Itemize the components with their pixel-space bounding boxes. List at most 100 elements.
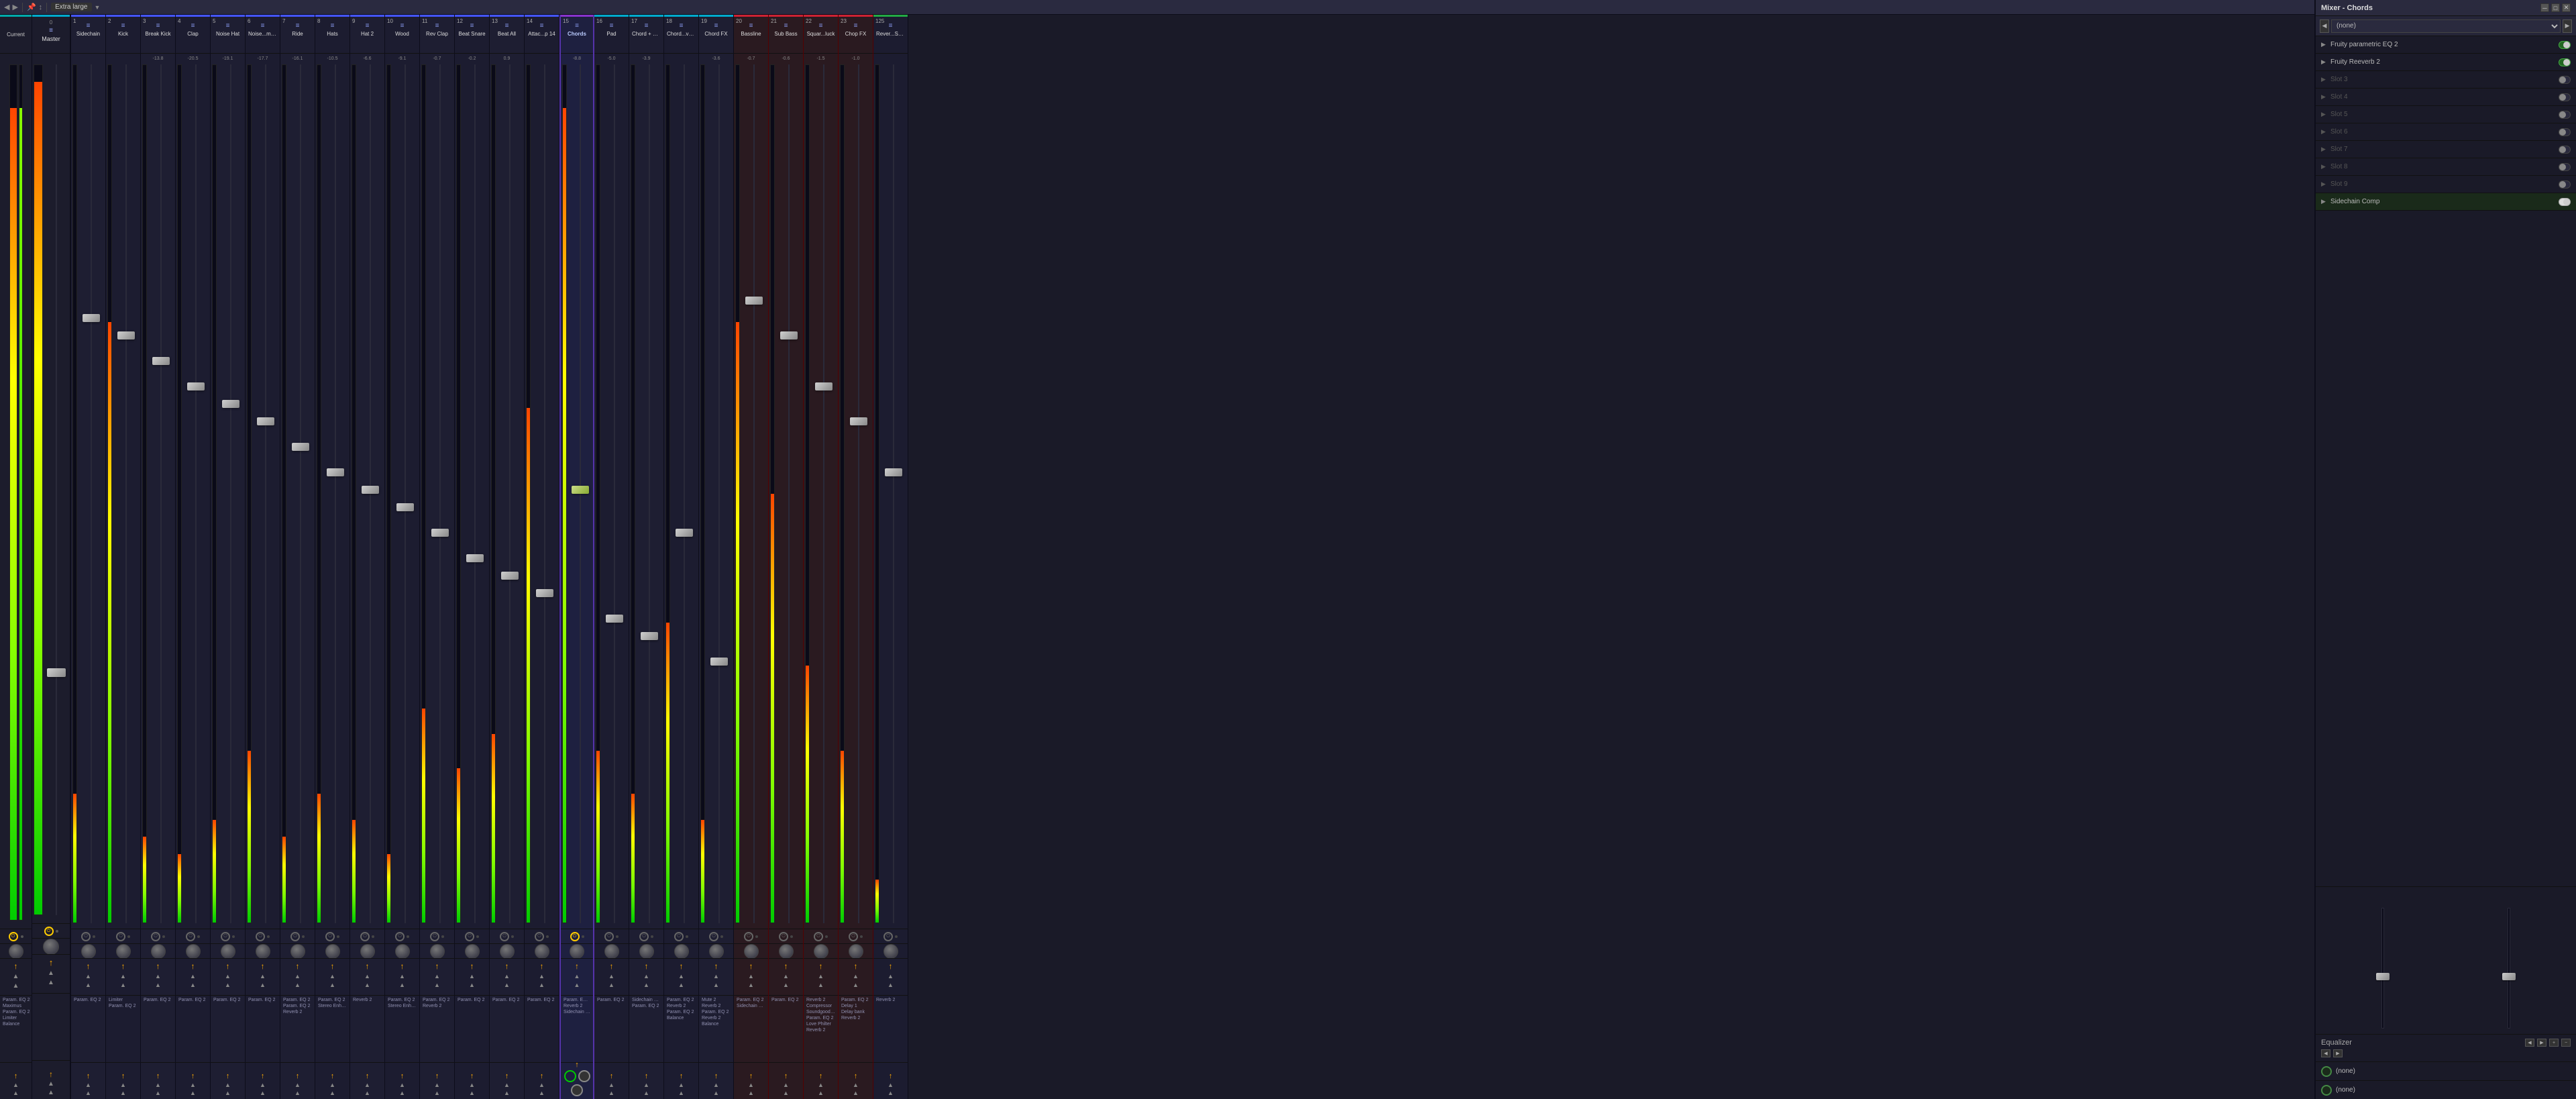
ch4-tri1[interactable]: ▲: [190, 973, 196, 980]
ch22-pan[interactable]: [814, 944, 828, 959]
channel-current-tri1[interactable]: ▲: [13, 973, 19, 980]
plugin-reverb2-toggle[interactable]: [2559, 58, 2571, 66]
ch5-tri2[interactable]: ▲: [225, 982, 231, 988]
plugin-sidechain[interactable]: ▶ Sidechain Comp: [2316, 193, 2576, 211]
ch5-route-up[interactable]: ↑: [226, 1072, 230, 1080]
ch9-tri1[interactable]: ▲: [364, 973, 370, 980]
ch19-header[interactable]: 19 ≡ Chord FX: [699, 17, 733, 54]
ch20-route-tri1[interactable]: ▲: [748, 1082, 754, 1088]
ch22-send-up[interactable]: ↑: [819, 961, 823, 971]
ch16-route-tri1[interactable]: ▲: [608, 1082, 614, 1088]
ch1-header[interactable]: 1 ≡ Sidechain: [71, 17, 105, 54]
plugin-reverb2[interactable]: ▶ Fruity Reeverb 2: [2316, 54, 2576, 71]
fx-current-4[interactable]: Limiter: [1, 1015, 30, 1021]
ch1-pan[interactable]: [81, 944, 96, 959]
ch4-fader[interactable]: [187, 382, 205, 390]
fx-125-0[interactable]: Reverb 2: [875, 997, 906, 1003]
ch18-send-up[interactable]: ↑: [680, 961, 684, 971]
ch21-power[interactable]: ⏻: [779, 932, 788, 941]
fx-19-2[interactable]: Param. EQ 2: [700, 1009, 732, 1015]
ch125-route-up[interactable]: ↑: [889, 1072, 893, 1080]
ch21-send-up[interactable]: ↑: [784, 961, 788, 971]
ch22-route-tri2[interactable]: ▲: [818, 1090, 824, 1096]
ch17-route-tri1[interactable]: ▲: [643, 1082, 649, 1088]
fx-15-0[interactable]: Param. EQ 2: [562, 997, 592, 1003]
toolbar-arrow-right-icon[interactable]: ▶: [12, 3, 17, 11]
ch5-send-up[interactable]: ↑: [226, 961, 230, 971]
ch1-tri2[interactable]: ▲: [85, 982, 91, 988]
channel-master-tri1[interactable]: ▲: [48, 970, 54, 977]
fx-17-1[interactable]: Param. EQ 2: [631, 1003, 662, 1009]
fx-10-0[interactable]: Param. EQ 2: [386, 997, 418, 1003]
ch3-tri2[interactable]: ▲: [155, 982, 161, 988]
ch4-route-tri1[interactable]: ▲: [190, 1082, 196, 1088]
ch17-route-tri2[interactable]: ▲: [643, 1090, 649, 1096]
ch20-header[interactable]: 20 ≡ Bassline: [734, 17, 768, 54]
fx-7-1[interactable]: Param. EQ 2: [282, 1003, 313, 1009]
eq-btn-extra1[interactable]: ◀: [2321, 1049, 2330, 1057]
ch6-fader[interactable]: [257, 417, 274, 425]
ch5-route-tri1[interactable]: ▲: [225, 1082, 231, 1088]
channel-master-pan[interactable]: [43, 939, 59, 955]
ch12-route-tri1[interactable]: ▲: [469, 1082, 475, 1088]
size-label[interactable]: Extra large: [51, 3, 91, 11]
ch8-power[interactable]: ⏻: [325, 932, 335, 941]
fx-11-1[interactable]: Reverb 2: [421, 1003, 453, 1009]
ch14-power[interactable]: ⏻: [535, 932, 544, 941]
ch17-route-up[interactable]: ↑: [645, 1072, 649, 1080]
fx-1-0[interactable]: Param. EQ 2: [72, 997, 104, 1003]
ch125-send-up[interactable]: ↑: [889, 961, 893, 971]
ch19-tri2[interactable]: ▲: [713, 982, 719, 988]
ch17-tri2[interactable]: ▲: [643, 982, 649, 988]
fx-22-4[interactable]: Love Philter: [805, 1021, 837, 1027]
ch16-route-tri2[interactable]: ▲: [608, 1090, 614, 1096]
ch2-tri1[interactable]: ▲: [120, 973, 126, 980]
ch3-fader[interactable]: [152, 357, 170, 365]
ch20-send-up[interactable]: ↑: [749, 961, 753, 971]
ch17-send-up[interactable]: ↑: [645, 961, 649, 971]
ch2-pan[interactable]: [116, 944, 131, 959]
ch20-tri1[interactable]: ▲: [748, 973, 754, 980]
fx-19-1[interactable]: Reverb 2: [700, 1003, 732, 1009]
ch20-route-tri2[interactable]: ▲: [748, 1090, 754, 1096]
ch20-power[interactable]: ⏻: [744, 932, 753, 941]
ch3-header[interactable]: 3 ≡ Break Kick: [141, 17, 175, 54]
fx-18-1[interactable]: Reverb 2: [665, 1003, 697, 1009]
ch12-header[interactable]: 12 ≡ Beat Snare: [455, 17, 489, 54]
ch125-tri1[interactable]: ▲: [888, 973, 894, 980]
toolbar-pin-icon[interactable]: 📌: [27, 3, 36, 11]
ch17-pan[interactable]: [639, 944, 654, 959]
channel-current-power[interactable]: ⏻: [9, 932, 18, 941]
plugin-slot4-toggle[interactable]: [2559, 93, 2571, 101]
send-indicator-1[interactable]: [2321, 1066, 2332, 1077]
ch12-tri1[interactable]: ▲: [469, 973, 475, 980]
win-maximize-btn[interactable]: □: [2551, 3, 2560, 12]
ch22-route-up[interactable]: ↑: [819, 1072, 823, 1080]
ch4-pan[interactable]: [186, 944, 201, 959]
rp-fader-thumb2[interactable]: [2502, 973, 2516, 980]
channel-current-send[interactable]: ↑: [14, 961, 18, 971]
ch21-tri2[interactable]: ▲: [783, 982, 789, 988]
fx-11-0[interactable]: Param. EQ 2: [421, 997, 453, 1003]
ch4-tri2[interactable]: ▲: [190, 982, 196, 988]
ch5-pan[interactable]: [221, 944, 235, 959]
ch11-route-up[interactable]: ↑: [435, 1072, 439, 1080]
eq-btn3[interactable]: +: [2549, 1039, 2559, 1047]
ch16-power[interactable]: ⏻: [604, 932, 614, 941]
ch23-route-tri1[interactable]: ▲: [853, 1082, 859, 1088]
ch8-tri2[interactable]: ▲: [329, 982, 335, 988]
ch13-fader[interactable]: [501, 572, 519, 580]
fx-5-0[interactable]: Param. EQ 2: [212, 997, 244, 1003]
ch8-send-up[interactable]: ↑: [331, 961, 335, 971]
ch3-route-tri1[interactable]: ▲: [155, 1082, 161, 1088]
fx-23-1[interactable]: Delay 1: [840, 1003, 871, 1009]
ch15-fader[interactable]: [572, 486, 589, 494]
ch10-fader[interactable]: [396, 503, 414, 511]
ch15-route-up[interactable]: ↑: [575, 1061, 579, 1069]
plugin-slot7-toggle[interactable]: [2559, 146, 2571, 154]
ch10-route-tri2[interactable]: ▲: [399, 1090, 405, 1096]
ch13-route-up[interactable]: ↑: [505, 1072, 509, 1080]
ch9-fader[interactable]: [362, 486, 379, 494]
fx-8-1[interactable]: Stereo Enhancer: [317, 1003, 348, 1009]
fx-16-0[interactable]: Param. EQ 2: [596, 997, 627, 1003]
